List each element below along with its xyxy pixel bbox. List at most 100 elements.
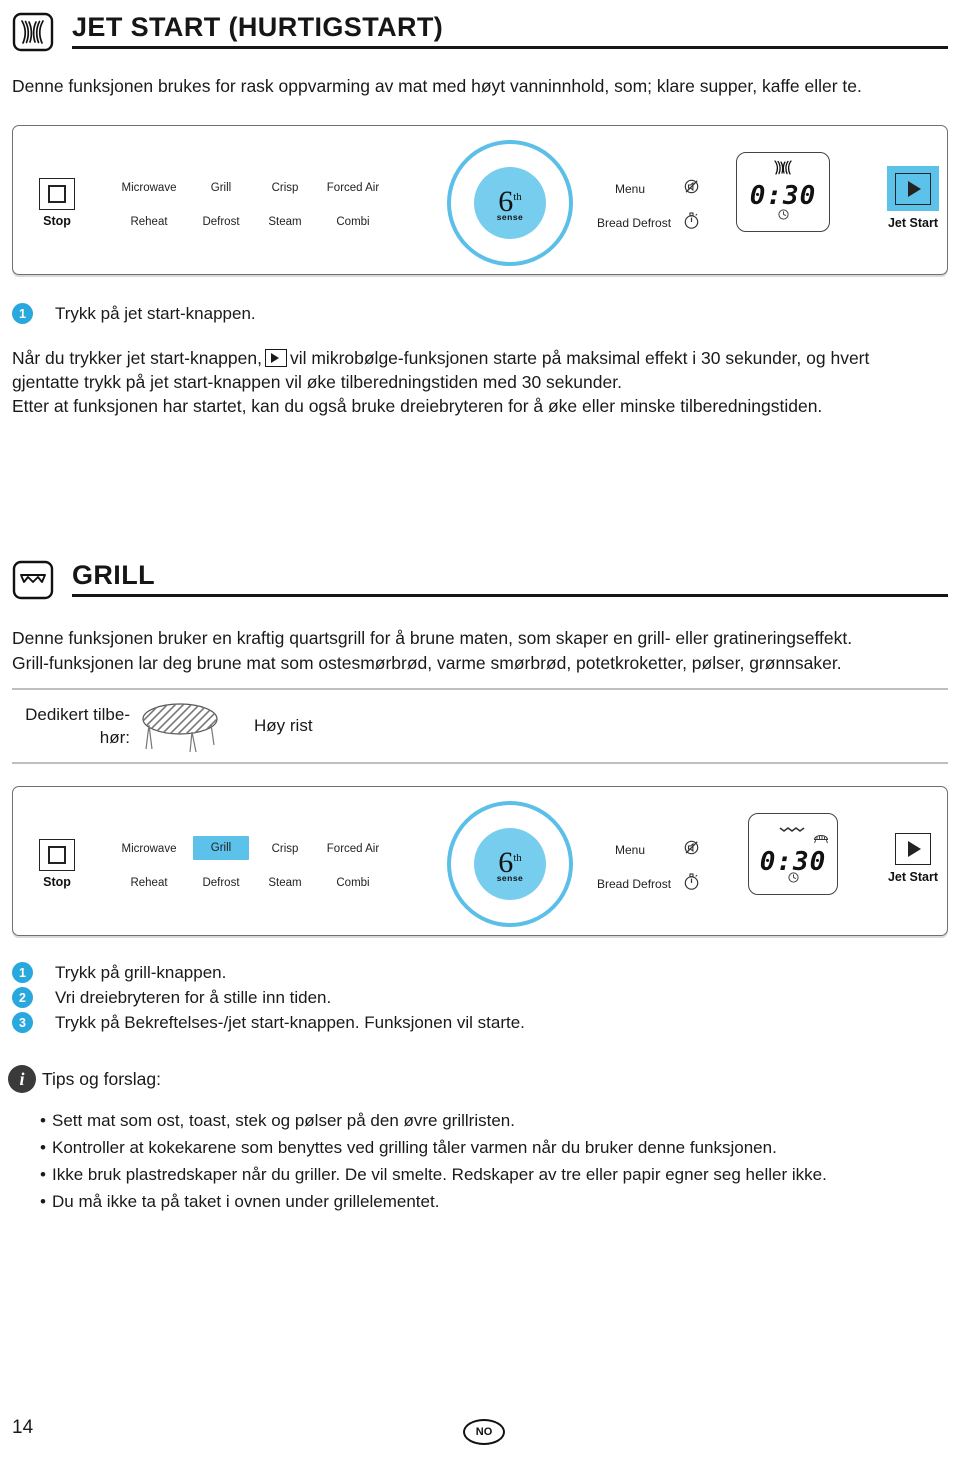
step-number: 2: [12, 987, 33, 1008]
mode-microwave-2[interactable]: Microwave: [111, 843, 187, 855]
jet-start-body: Når du trykker jet start-knappen, vil mik…: [0, 346, 960, 418]
mode-forced-air-1[interactable]: Forced Air: [313, 182, 393, 194]
control-panel-2[interactable]: Stop Microwave Grill Crisp Forced Air Re…: [12, 786, 948, 936]
mode-steam-1[interactable]: Steam: [257, 216, 313, 228]
sound-off-icon-2: [683, 839, 700, 861]
mode-reheat-1[interactable]: Reheat: [111, 216, 187, 228]
title-rule: [72, 46, 948, 49]
page-title: JET START (HURTIGSTART): [72, 12, 444, 42]
grill-body-line-2: Grill-funksjonen lar deg brune mat som o…: [12, 653, 842, 673]
sixth-sense-dial-2[interactable]: 6th sense: [447, 801, 573, 927]
menu-label-1[interactable]: Menu: [615, 182, 645, 196]
list-item: Kontroller at kokekarene som benyttes ve…: [12, 1134, 948, 1161]
mode-reheat-2[interactable]: Reheat: [111, 877, 187, 889]
jet-start-button-2[interactable]: Jet Start: [875, 833, 951, 884]
tips-title: Tips og forslag:: [42, 1068, 161, 1089]
grill-element-icon: [12, 560, 54, 600]
clock-icon-2: [749, 871, 837, 889]
mode-microwave-1[interactable]: Microwave: [111, 182, 187, 194]
jet-start-section-header: JET START (HURTIGSTART): [0, 10, 960, 52]
jet-body-line-2: gjentatte trykk på jet start-knappen vil…: [12, 372, 622, 392]
jet-start-intro: Denne funksjonen brukes for rask oppvarm…: [12, 76, 862, 96]
timer-icon-1: [683, 212, 700, 235]
play-triangle-icon-1: [895, 173, 931, 205]
jet-start-button-1[interactable]: Jet Start: [875, 166, 951, 230]
bread-defrost-label-2[interactable]: Bread Defrost: [597, 877, 671, 891]
mode-grill-1[interactable]: Grill: [193, 182, 249, 194]
table-row: 1 Trykk på grill-knappen.: [0, 962, 960, 983]
stop-label-1: Stop: [43, 214, 71, 228]
accessory-name: Høy rist: [254, 716, 313, 735]
accessory-row: Dedikert tilbe- hør: Høy rist: [0, 690, 960, 762]
mode-crisp-1[interactable]: Crisp: [257, 182, 313, 194]
mode-steam-2[interactable]: Steam: [257, 877, 313, 889]
mode-combi-2[interactable]: Combi: [313, 877, 393, 889]
page-number: 14: [12, 1417, 34, 1438]
jet-start-highlight-1: [887, 166, 939, 211]
accessory-rule-bottom: [12, 762, 948, 764]
dial-inner-2: 6th sense: [474, 828, 546, 900]
accessory-label-line2: hør:: [99, 728, 130, 747]
step-number: 3: [12, 1012, 33, 1033]
info-icon: i: [8, 1065, 36, 1093]
mode-forced-air-2[interactable]: Forced Air: [313, 843, 393, 855]
table-row: 3 Trykk på Bekreftelses-/jet start-knapp…: [0, 1012, 960, 1033]
mode-defrost-2[interactable]: Defrost: [193, 877, 249, 889]
step-text: Trykk på jet start-knappen.: [55, 303, 256, 323]
jet-body-line-1a: Når du trykker jet start-knappen,: [12, 348, 262, 368]
mode-grill-2[interactable]: Grill: [193, 836, 249, 860]
list-item: Ikke bruk plastredskaper når du griller.…: [12, 1161, 948, 1188]
grill-section-header: GRILL: [0, 558, 960, 600]
dial-inner-1: 6th sense: [474, 167, 546, 239]
play-triangle-icon-inline: [264, 349, 287, 367]
language-badge: NO: [463, 1419, 505, 1445]
lcd-display-2: 0:30: [748, 813, 838, 895]
display-microwave-waves-icon-1: [737, 159, 829, 180]
display-time-1: 0:30: [749, 181, 817, 211]
grill-steps: 1 Trykk på grill-knappen. 2 Vri dreiebry…: [0, 962, 960, 1033]
step-text: Trykk på Bekreftelses-/jet start-knappen…: [55, 1012, 525, 1032]
accessory-label-line1: Dedikert tilbe-: [25, 705, 130, 724]
manual-page: JET START (HURTIGSTART) Denne funksjonen…: [0, 10, 960, 1457]
play-triangle-icon-2: [895, 833, 931, 865]
stop-button-1[interactable]: [39, 178, 75, 210]
mode-defrost-1[interactable]: Defrost: [193, 216, 249, 228]
microwave-waves-icon: [12, 12, 54, 52]
stop-square-icon: [48, 185, 66, 203]
grill-body: Denne funksjonen bruker en kraftig quart…: [0, 626, 960, 676]
jet-body-line-1b: vil mikrobølge-funksjonen starte på maks…: [289, 348, 870, 368]
clock-icon-1: [737, 208, 829, 226]
tips-header: i Tips og forslag:: [0, 1065, 960, 1093]
mode-combi-1[interactable]: Combi: [313, 216, 393, 228]
accessory-label: Dedikert tilbe- hør:: [12, 703, 130, 749]
grill-body-line-1: Denne funksjonen bruker en kraftig quart…: [12, 628, 853, 648]
table-row: 2 Vri dreiebryteren for å stille inn tid…: [0, 987, 960, 1008]
lcd-display-1: 0:30: [736, 152, 830, 232]
control-panel-1[interactable]: Stop Microwave Grill Crisp Forced Air Re…: [12, 125, 948, 275]
step-text: Vri dreiebryteren for å stille inn tiden…: [55, 987, 332, 1007]
step-number: 1: [12, 962, 33, 983]
mode-crisp-2[interactable]: Crisp: [257, 843, 313, 855]
stop-square-icon-2: [48, 846, 66, 864]
dial-numeral-1: 6th: [498, 184, 522, 218]
tips-list: Sett mat som ost, toast, stek og pølser …: [0, 1107, 960, 1215]
bread-defrost-label-1[interactable]: Bread Defrost: [597, 216, 671, 230]
page-footer: 14 NO: [0, 1413, 960, 1447]
sound-off-icon-1: [683, 178, 700, 200]
sixth-sense-dial-1[interactable]: 6th sense: [447, 140, 573, 266]
step-row: 1 Trykk på jet start-knappen.: [0, 303, 960, 324]
stop-label-2: Stop: [43, 875, 71, 889]
grill-title-rule: [72, 594, 948, 597]
jet-start-label-1: Jet Start: [887, 216, 939, 230]
list-item: Sett mat som ost, toast, stek og pølser …: [12, 1107, 948, 1134]
high-rack-icon: [130, 697, 230, 755]
jet-body-line-3: Etter at funksjonen har startet, kan du …: [12, 396, 823, 416]
list-item: Du må ikke ta på taket i ovnen under gri…: [12, 1188, 948, 1215]
step-text: Trykk på grill-knappen.: [55, 962, 227, 982]
stop-button-2[interactable]: [39, 839, 75, 871]
dial-numeral-2: 6th: [498, 845, 522, 879]
timer-icon-2: [683, 873, 700, 896]
menu-label-2[interactable]: Menu: [615, 843, 645, 857]
grill-title: GRILL: [72, 560, 155, 590]
jet-start-label-2: Jet Start: [887, 870, 939, 884]
